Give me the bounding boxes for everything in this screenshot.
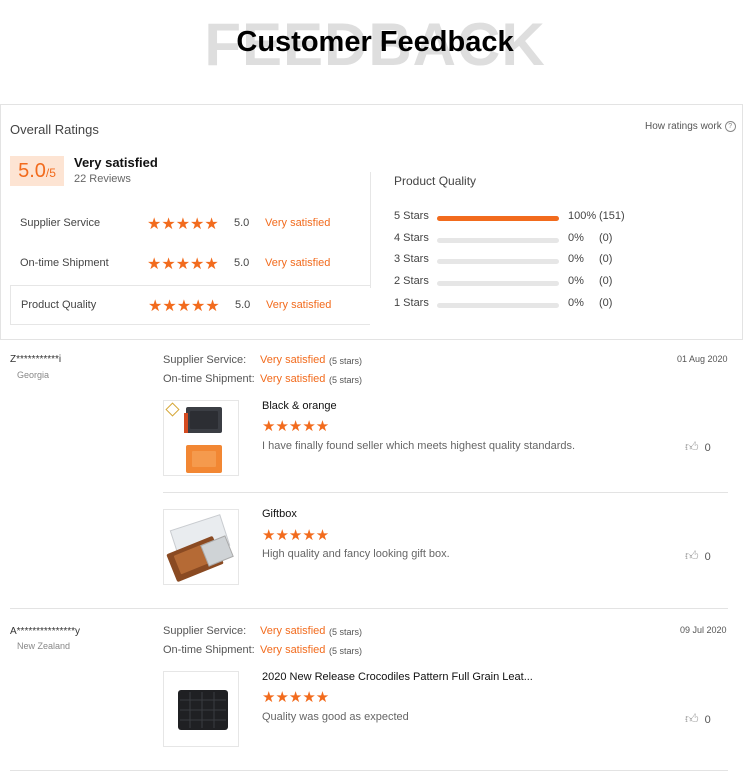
rating-label: Supplier Service <box>20 217 101 229</box>
shipment-stars: (5 stars) <box>329 646 363 656</box>
product-name[interactable]: Giftbox <box>262 508 297 520</box>
page-title: Customer Feedback <box>236 26 514 58</box>
thumbs-up-icon[interactable]: 👍︎ <box>685 711 699 727</box>
reviewer-country: Georgia <box>17 370 50 380</box>
star-icon: ★★★★★ <box>262 527 330 544</box>
bar-count: (0) <box>599 275 613 287</box>
thumbs-up-icon[interactable]: 👍︎ <box>685 439 699 455</box>
bar-fill <box>437 216 559 221</box>
supplier-service-value: Very satisfied <box>260 625 326 637</box>
supplier-service-label: Supplier Service: <box>163 625 247 637</box>
wallet-image <box>165 402 222 473</box>
review-date: 09 Jul 2020 <box>680 625 727 635</box>
like-count: 0 <box>704 714 711 726</box>
bar-label: 3 Stars <box>394 253 429 265</box>
bar-label: 2 Stars <box>394 275 429 287</box>
item-divider <box>163 492 728 493</box>
star-icon: ★★★★★ <box>147 256 219 273</box>
reviewer-name: Z***********i <box>10 354 62 365</box>
how-ratings-work-link[interactable]: How ratings work? <box>645 121 736 132</box>
review-text: Quality was good as expected <box>262 711 409 723</box>
quality-bar-row: 1 Stars 0% (0) <box>394 295 654 313</box>
shipment-value: Very satisfied <box>260 373 326 385</box>
supplier-service-stars: (5 stars) <box>329 627 363 637</box>
wallet-image <box>178 690 228 730</box>
overall-score: 5.0 <box>18 160 46 182</box>
overall-satisfaction: Very satisfied <box>74 155 158 170</box>
review-count: 22 Reviews <box>74 173 131 185</box>
bar-percent: 0% <box>568 232 584 244</box>
bar-track <box>437 238 559 243</box>
rating-score: 5.0 <box>235 299 251 311</box>
shipment-label: On-time Shipment: <box>163 373 255 385</box>
bar-count: (151) <box>599 210 625 222</box>
bar-percent: 0% <box>568 297 584 309</box>
reviewer-name: A***************y <box>10 626 81 637</box>
overall-score-max: /5 <box>45 166 56 180</box>
question-circle-icon[interactable]: ? <box>724 121 736 132</box>
shipment-label: On-time Shipment: <box>163 644 255 656</box>
bar-count: (0) <box>599 232 613 244</box>
bar-count: (0) <box>599 297 613 309</box>
bar-label: 5 Stars <box>394 210 429 222</box>
overall-ratings-label: Overall Ratings <box>10 122 99 137</box>
like-button[interactable]: 👍︎ 0 <box>685 548 711 564</box>
rating-label: Product Quality <box>21 299 97 311</box>
review-text: High quality and fancy looking gift box. <box>262 548 450 560</box>
quality-bar-row: 4 Stars 0% (0) <box>394 230 654 248</box>
shipment-stars: (5 stars) <box>329 375 363 385</box>
rating-row-supplier-service: Supplier Service ★★★★★ 5.0 Very satisfie… <box>10 204 370 244</box>
product-thumbnail[interactable] <box>163 509 239 585</box>
bar-track <box>437 259 559 264</box>
panel-divider <box>370 172 371 288</box>
rating-text: Very satisfied <box>265 217 331 229</box>
rating-row-on-time-shipment: On-time Shipment ★★★★★ 5.0 Very satisfie… <box>10 244 370 284</box>
product-name[interactable]: 2020 New Release Crocodiles Pattern Full… <box>262 671 533 683</box>
like-count: 0 <box>704 551 711 563</box>
shipment-value: Very satisfied <box>260 644 326 656</box>
rating-text: Very satisfied <box>265 257 331 269</box>
quality-bar-row: 2 Stars 0% (0) <box>394 273 654 291</box>
supplier-service-stars: (5 stars) <box>329 356 363 366</box>
reviewer-country: New Zealand <box>17 641 71 651</box>
star-icon: ★★★★★ <box>262 418 330 435</box>
rating-row-product-quality[interactable]: Product Quality ★★★★★ 5.0 Very satisfied <box>10 285 370 325</box>
quality-bar-row: 3 Stars 0% (0) <box>394 251 654 269</box>
rating-score: 5.0 <box>234 257 250 269</box>
how-ratings-work-label[interactable]: How ratings work <box>645 121 722 132</box>
bar-track <box>437 216 559 221</box>
thumbs-up-icon[interactable]: 👍︎ <box>685 548 699 564</box>
giftbox-image <box>166 514 234 582</box>
review-text: I have finally found seller which meets … <box>262 440 576 452</box>
review-divider <box>10 608 728 609</box>
quality-bar-row: 5 Stars 100% (151) <box>394 208 654 226</box>
bar-track <box>437 303 559 308</box>
supplier-service-value: Very satisfied <box>260 354 326 366</box>
product-thumbnail[interactable] <box>163 400 239 476</box>
like-button[interactable]: 👍︎ 0 <box>685 711 711 727</box>
product-thumbnail[interactable] <box>163 671 239 747</box>
product-name[interactable]: Black & orange <box>262 400 337 412</box>
star-icon: ★★★★★ <box>147 216 219 233</box>
rating-score: 5.0 <box>234 217 250 229</box>
bar-percent: 0% <box>568 275 584 287</box>
bar-label: 4 Stars <box>394 232 429 244</box>
like-button[interactable]: 👍︎ 0 <box>685 439 711 455</box>
star-icon: ★★★★★ <box>262 689 330 706</box>
star-icon: ★★★★★ <box>148 298 220 315</box>
rating-text: Very satisfied <box>266 299 332 311</box>
product-quality-title: Product Quality <box>394 174 477 188</box>
bar-percent: 0% <box>568 253 584 265</box>
bar-percent: 100% <box>568 210 597 222</box>
bar-label: 1 Stars <box>394 297 429 309</box>
supplier-service-label: Supplier Service: <box>163 354 247 366</box>
like-count: 0 <box>704 442 711 454</box>
overall-score-badge: 5.0/5 <box>10 156 64 186</box>
rating-label: On-time Shipment <box>20 257 109 269</box>
bar-count: (0) <box>599 253 613 265</box>
bar-track <box>437 281 559 286</box>
review-divider <box>10 770 728 771</box>
review-date: 01 Aug 2020 <box>677 354 728 364</box>
